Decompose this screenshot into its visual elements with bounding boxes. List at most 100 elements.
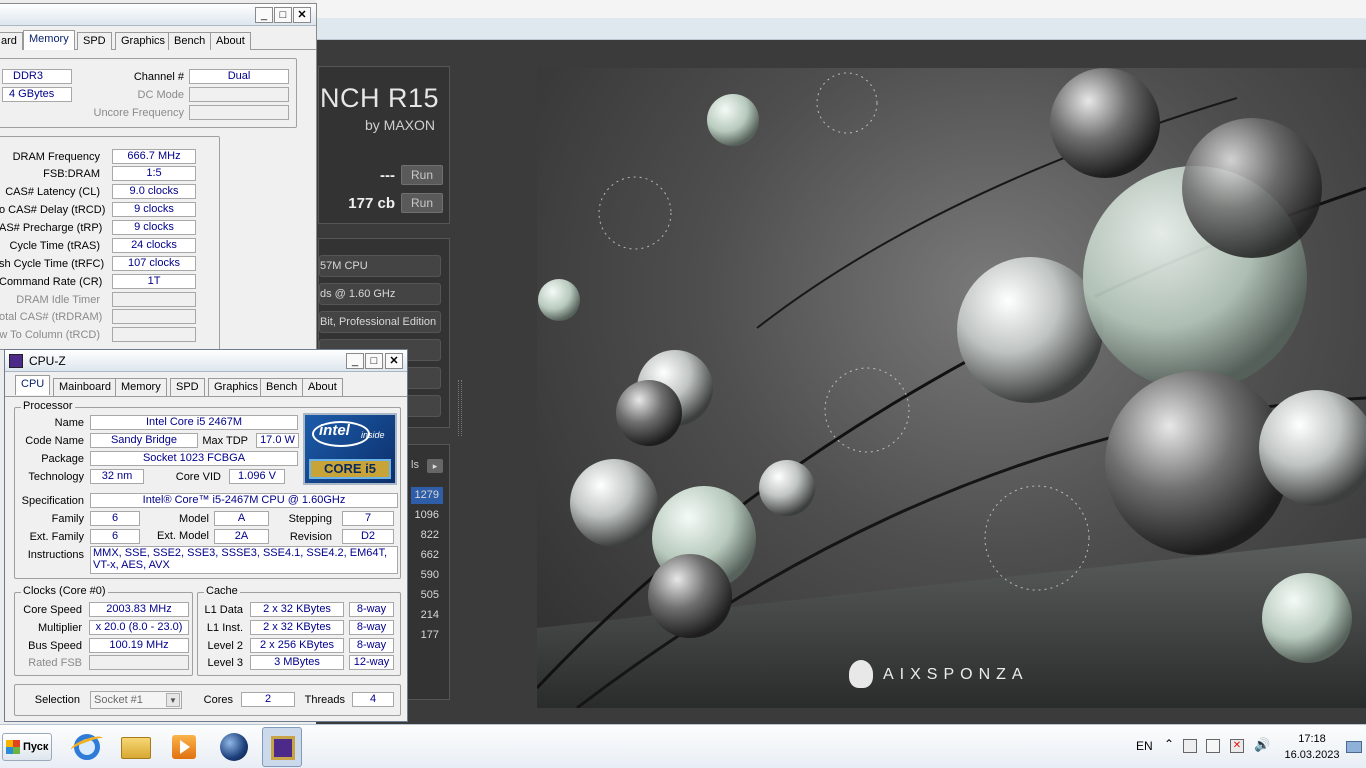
taskbar: Пуск EN ⌃ ✕ 🔊 17:18 16.03.2023 [0,724,1366,768]
selection-label: Selection [34,694,80,706]
run-opengl-button[interactable]: Run [401,165,443,185]
revision-label: Revision [289,531,332,543]
cinebench-title: NCH R15 [319,83,439,113]
ranking-details-icon[interactable]: ▸ [427,459,443,473]
core-vid-value: 1.096 V [229,469,285,484]
name-label: Name [54,417,84,429]
rated-fsb-label: Rated FSB [28,657,82,669]
revision-value: D2 [342,529,394,544]
panel-splitter[interactable] [458,380,462,436]
tab-bench[interactable]: Bench [168,32,212,50]
run-cpu-button[interactable]: Run [401,193,443,213]
dc-mode-value [189,87,289,102]
start-label: Пуск [23,741,49,753]
cinebench-subtitle: by MAXON [364,117,435,133]
timing-label: Command Rate (CR) [0,276,103,288]
specification-label: Specification [21,495,84,507]
file-explorer-icon[interactable] [116,727,156,767]
ranking-item: 590 [420,569,439,581]
media-player-icon[interactable] [164,727,204,767]
instructions-label: Instructions [27,549,84,561]
cinebench-title-bar [316,0,1366,18]
timing-value: 9.0 clocks [112,184,196,199]
cache-size-value: 2 x 32 KBytes [250,602,344,617]
clocks-group-title: Clocks (Core #0) [21,585,108,597]
minimize-button[interactable]: _ [346,353,364,369]
uncore-frequency-label: Uncore Frequency [93,107,185,119]
timing-value [112,309,196,324]
timing-value: 1:5 [112,166,196,181]
cores-label: Cores [203,694,233,706]
internet-explorer-icon[interactable] [66,727,106,767]
ranking-item: 662 [420,549,439,561]
processor-group-title: Processor [21,400,75,412]
show-hidden-icons-button[interactable]: ⌃ [1164,737,1174,751]
timing-label: Cycle Time (tRAS) [9,240,100,252]
tab-strip: CPU Mainboard Memory SPD Graphics Bench … [5,375,407,397]
maximize-button[interactable]: □ [274,7,292,23]
max-tdp-label: Max TDP [202,435,248,447]
tab-cpu[interactable]: CPU [15,375,51,395]
cache-size-value: 2 x 32 KBytes [250,620,344,635]
ranking-item: 214 [420,609,439,621]
close-button[interactable]: ✕ [293,7,311,23]
maximize-button[interactable]: □ [365,353,383,369]
window-title: CPU-Z [29,354,66,368]
timing-label: o CAS# Delay (tRCD) [0,204,106,216]
language-indicator[interactable]: EN [1136,739,1153,753]
render-image [537,68,1366,708]
rated-fsb-value [89,655,189,670]
ranking-item: 1279 [411,487,443,504]
cinebench-menu-bar [316,18,1366,40]
cinebench-logo-panel: NCH R15 by MAXON --- Run 177 cb Run [318,66,450,224]
tab-graphics[interactable]: Graphics [115,32,172,50]
chevron-down-icon[interactable]: ▼ [166,693,180,707]
volume-icon[interactable]: 🔊 [1254,737,1270,753]
show-desktop-icon[interactable] [1346,741,1362,753]
ext-family-value: 6 [90,529,140,544]
memory-type-value: DDR3 [2,69,72,84]
device-icon[interactable] [1206,739,1220,753]
stepping-value: 7 [342,511,394,526]
threads-value: 4 [352,692,394,707]
tab-memory[interactable]: Memory [115,378,167,396]
tab-graphics[interactable]: Graphics [208,378,265,396]
tab-mainboard[interactable]: ard [0,32,23,50]
cpuz-taskbar-icon[interactable] [262,727,302,767]
cache-ways-value: 8-way [349,620,394,635]
cpuz-memory-window: _ □ ✕ ard Memory SPD Graphics Bench Abou… [0,3,317,351]
package-value: Socket 1023 FCBGA [90,451,298,466]
timing-label: DRAM Idle Timer [16,294,100,306]
start-button[interactable]: Пуск [2,733,52,761]
timing-label: w To Column (tRCD) [0,329,100,341]
intel-inside-text: inside [361,430,385,440]
tab-about[interactable]: About [302,378,343,396]
stepping-label: Stepping [288,513,332,525]
multiplier-label: Multiplier [37,622,82,634]
technology-label: Technology [28,471,84,483]
tab-spd[interactable]: SPD [170,378,205,396]
clock-date[interactable]: 16.03.2023 [1280,749,1344,761]
tab-memory[interactable]: Memory [23,30,75,50]
close-button[interactable]: ✕ [385,353,403,369]
core-vid-label: Core VID [175,471,221,483]
ranking-item: 505 [420,589,439,601]
cache-size-value: 3 MBytes [250,655,344,670]
tab-spd[interactable]: SPD [77,32,112,50]
minimize-button[interactable]: _ [255,7,273,23]
action-center-icon[interactable] [1183,739,1197,753]
cpuz-app-icon [9,354,23,368]
selection-dropdown[interactable]: Socket #1 ▼ [90,691,182,709]
tab-about[interactable]: About [210,32,251,50]
clock-time[interactable]: 17:18 [1284,733,1340,745]
tab-strip: ard Memory SPD Graphics Bench About [0,30,316,50]
tab-mainboard[interactable]: Mainboard [53,378,117,396]
aixsponza-brand: AIXSPONZA [883,666,1029,683]
cinema4d-icon[interactable] [214,727,254,767]
bus-speed-label: Bus Speed [28,640,82,652]
tab-bench[interactable]: Bench [260,378,304,396]
timing-value: 1T [112,274,196,289]
model-value: A [214,511,269,526]
timing-label: AS# Precharge (tRP) [0,222,103,234]
network-icon[interactable]: ✕ [1230,739,1244,753]
